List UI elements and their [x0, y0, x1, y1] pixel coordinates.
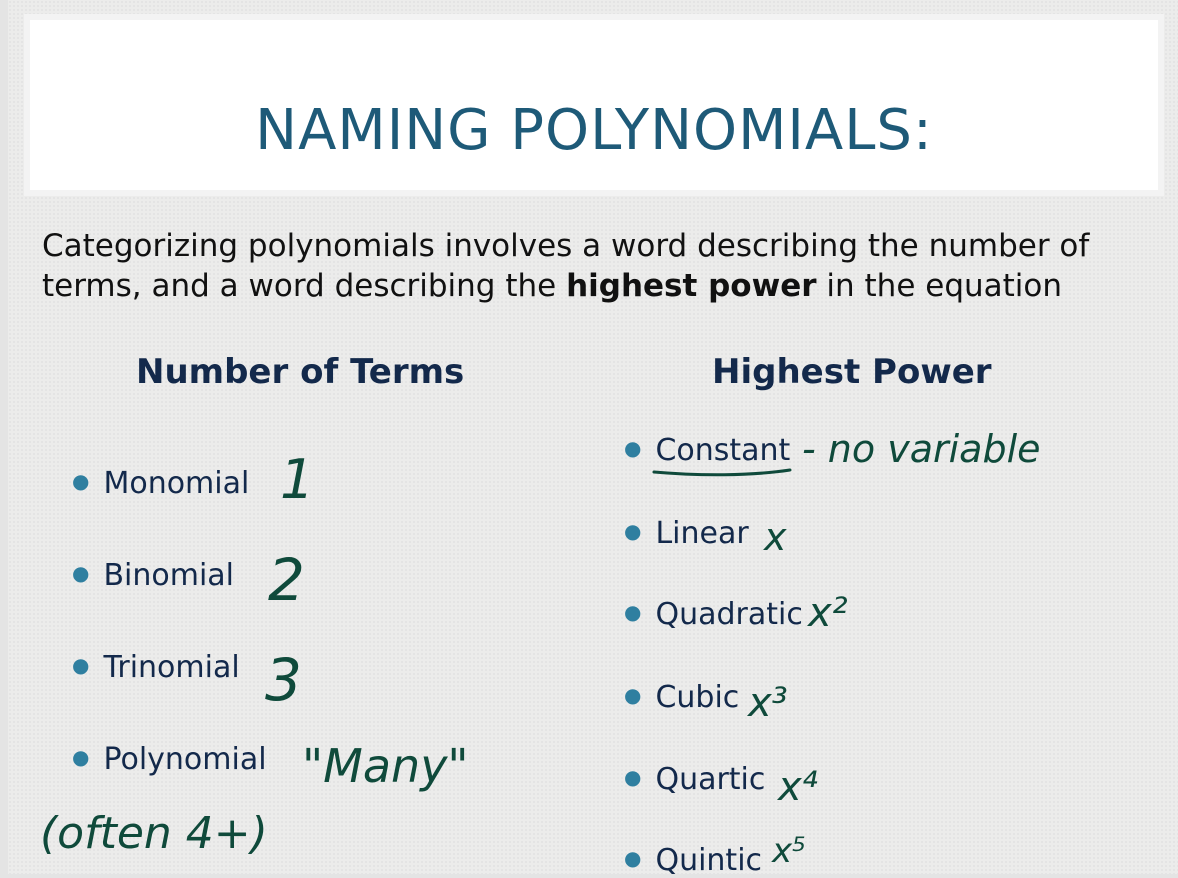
item-label: Cubic [655, 680, 740, 715]
bullet-icon: ● [624, 765, 642, 789]
intro-text: Categorizing polynomials involves a word… [42, 226, 1152, 306]
item-label: Binomial [103, 558, 235, 593]
intro-bold: highest power [566, 268, 817, 304]
item-label: Trinomial [103, 650, 240, 685]
bullet-icon: ● [72, 745, 90, 769]
title-box: NAMING POLYNOMIALS: [30, 20, 1158, 190]
list-item-cubic: ● Cubic [624, 680, 739, 715]
bullet-icon: ● [624, 519, 642, 543]
heading-highest-power: Highest Power [712, 352, 992, 392]
item-label: Quintic [655, 843, 763, 878]
list-item-binomial: ● Binomial [72, 558, 234, 593]
bullet-icon: ● [624, 846, 642, 870]
bullet-icon: ● [72, 561, 90, 585]
intro-part2: in the equation [816, 268, 1063, 304]
bullet-icon: ● [72, 469, 90, 493]
slide: NAMING POLYNOMIALS: Categorizing polynom… [8, 0, 1178, 878]
item-label: Quadratic [655, 597, 803, 632]
item-label: Quartic [655, 762, 766, 797]
item-label: Constant [655, 433, 791, 468]
list-item-trinomial: ● Trinomial [72, 650, 240, 685]
item-label: Polynomial [103, 742, 267, 777]
slide-title: NAMING POLYNOMIALS: [255, 98, 933, 163]
list-item-quintic: ● Quintic [624, 843, 762, 878]
list-item-quadratic: ● Quadratic [624, 597, 803, 632]
item-label: Monomial [103, 466, 250, 501]
list-item-quartic: ● Quartic [624, 762, 765, 797]
bullet-icon: ● [624, 683, 642, 707]
list-item-linear: ● Linear [624, 516, 749, 551]
bullet-icon: ● [624, 436, 642, 460]
item-label: Linear [655, 516, 749, 551]
list-item-polynomial: ● Polynomial [72, 742, 267, 777]
list-item-monomial: ● Monomial [72, 466, 249, 501]
bullet-icon: ● [72, 653, 90, 677]
bullet-icon: ● [624, 600, 642, 624]
list-item-constant: ● Constant [624, 433, 790, 468]
heading-number-of-terms: Number of Terms [136, 352, 465, 392]
